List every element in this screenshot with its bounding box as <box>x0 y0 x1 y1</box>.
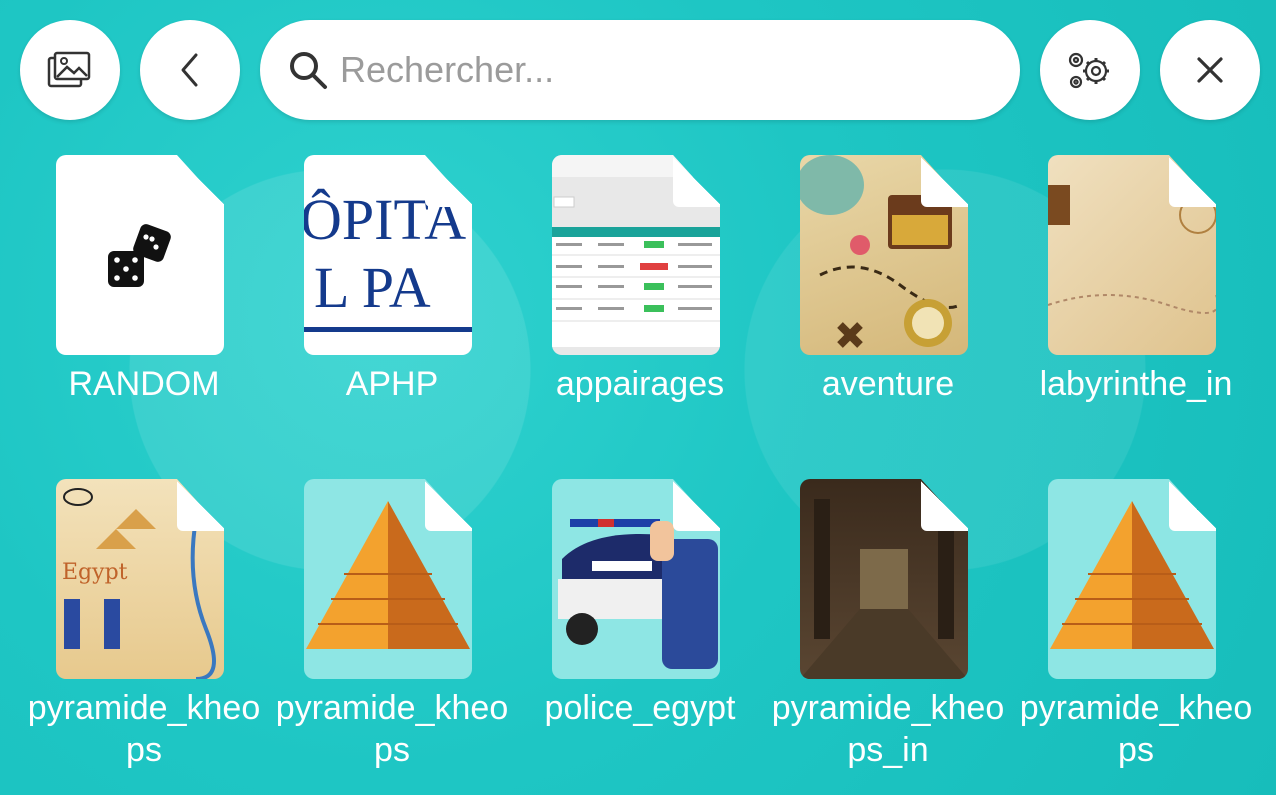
file-tile-random[interactable]: RANDOM <box>20 155 268 465</box>
file-label: pyramide_kheops <box>27 689 261 769</box>
page-fold <box>425 155 472 207</box>
page-fold <box>1169 479 1216 531</box>
file-label: police_egypt <box>544 689 736 727</box>
file-tile-pyramide-kheops-2[interactable]: pyramide_kheops <box>268 479 516 789</box>
file-label: RANDOM <box>68 365 220 403</box>
file-label: APHP <box>345 365 439 403</box>
page-fold <box>673 479 720 531</box>
page-fold <box>921 155 968 207</box>
svg-text:L PA: L PA <box>314 255 431 320</box>
file-label: pyramide_kheops <box>275 689 509 769</box>
file-label: pyramide_kheops <box>1019 689 1253 769</box>
file-tile-police-egypt[interactable]: police_egypt <box>516 479 764 789</box>
file-tile-pyramide-kheops-in[interactable]: pyramide_kheops_in <box>764 479 1012 789</box>
file-label: pyramide_kheops_in <box>771 689 1005 769</box>
back-button[interactable] <box>140 20 240 120</box>
file-tile-aventure[interactable]: aventure <box>764 155 1012 465</box>
gears-icon <box>1066 50 1114 90</box>
search-input[interactable] <box>338 48 1020 92</box>
file-label: aventure <box>821 365 955 403</box>
settings-button[interactable] <box>1040 20 1140 120</box>
gallery-icon <box>47 50 93 90</box>
gallery-button[interactable] <box>20 20 120 120</box>
page-fold <box>921 479 968 531</box>
page-fold <box>177 479 224 531</box>
file-tile-pyramide-kheops-1[interactable]: Egypt pyramide_kheops <box>20 479 268 789</box>
file-tile-labyrinthe[interactable]: labyrinthe_in <box>1012 155 1260 465</box>
close-icon <box>1196 56 1224 84</box>
file-tile-pyramide-kheops-3[interactable]: pyramide_kheops <box>1012 479 1260 789</box>
svg-text:Egypt: Egypt <box>62 560 128 585</box>
search-icon <box>288 50 328 90</box>
file-label: appairages <box>555 365 725 403</box>
file-tile-aphp[interactable]: ÔPITA L PA APHP <box>268 155 516 465</box>
page-fold <box>425 479 472 531</box>
file-tile-appairages[interactable]: appairages <box>516 155 764 465</box>
file-label: labyrinthe_in <box>1039 365 1233 403</box>
page-fold <box>673 155 720 207</box>
page-fold <box>1169 155 1216 207</box>
page-fold <box>177 155 224 207</box>
search-bar[interactable] <box>260 20 1020 120</box>
close-button[interactable] <box>1160 20 1260 120</box>
chevron-left-icon <box>178 52 202 88</box>
